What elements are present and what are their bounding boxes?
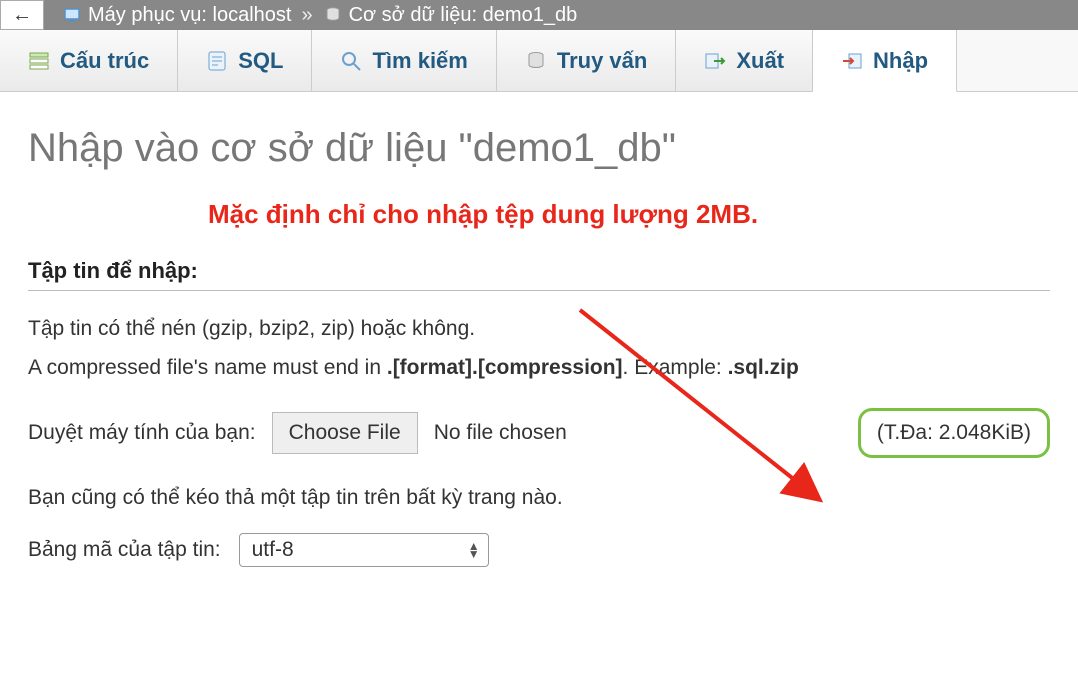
tab-export[interactable]: Xuất [676,30,813,91]
select-arrows-icon: ▲▼ [468,542,480,558]
tab-search[interactable]: Tìm kiếm [312,30,496,91]
tab-structure-label: Cấu trúc [60,48,149,74]
tab-bar: Cấu trúc SQL Tìm kiếm Truy vấn Xuất Nhập [0,30,1078,92]
breadcrumb-database[interactable]: Cơ sở dữ liệu: demo1_db [323,4,578,27]
file-hint-line2: A compressed file's name must end in .[f… [28,352,1050,385]
dragdrop-hint: Bạn cũng có thể kéo thả một tập tin trên… [28,482,1050,515]
hint2-example: .sql.zip [728,356,799,379]
server-icon [62,5,82,25]
breadcrumb-separator: » [301,4,312,27]
charset-row: Bảng mã của tập tin: utf-8 ▲▼ [28,533,1050,567]
tab-sql[interactable]: SQL [178,30,312,91]
export-icon [704,50,726,72]
tab-structure[interactable]: Cấu trúc [0,30,178,91]
tab-sql-label: SQL [238,48,283,74]
choose-file-button[interactable]: Choose File [272,412,418,454]
tab-import-label: Nhập [873,48,928,74]
charset-label: Bảng mã của tập tin: [28,538,221,562]
hint2-format: .[format].[compression] [387,356,623,379]
main-content: Nhập vào cơ sở dữ liệu "demo1_db" Mặc đị… [0,92,1078,567]
charset-value: utf-8 [252,538,294,561]
sql-icon [206,50,228,72]
structure-icon [28,50,50,72]
back-button[interactable]: ← [0,0,44,30]
section-title-file: Tập tin để nhập: [28,258,1050,291]
breadcrumb-server-label: Máy phục vụ: localhost [88,4,291,27]
no-file-chosen-text: No file chosen [434,421,567,445]
search-icon [340,50,362,72]
tab-import[interactable]: Nhập [813,30,957,92]
database-icon [323,5,343,25]
breadcrumb-server[interactable]: Máy phục vụ: localhost [62,4,291,27]
hint2-mid: . Example: [623,356,728,379]
page-title: Nhập vào cơ sở dữ liệu "demo1_db" [28,126,1050,171]
tab-query[interactable]: Truy vấn [497,30,676,91]
browse-row: Duyệt máy tính của bạn: Choose File No f… [28,408,1050,458]
tab-export-label: Xuất [736,48,784,74]
file-hint-line1: Tập tin có thể nén (gzip, bzip2, zip) ho… [28,313,1050,346]
browse-label: Duyệt máy tính của bạn: [28,421,256,445]
tab-search-label: Tìm kiếm [372,48,467,74]
back-arrow-icon: ← [12,4,32,27]
import-icon [841,50,863,72]
hint2-pre: A compressed file's name must end in [28,356,387,379]
charset-select[interactable]: utf-8 ▲▼ [239,533,489,567]
breadcrumb-db-label: Cơ sở dữ liệu: demo1_db [349,4,578,27]
breadcrumb-bar: ← Máy phục vụ: localhost » Cơ sở dữ liệu… [0,0,1078,30]
annotation-text: Mặc định chỉ cho nhập tệp dung lượng 2MB… [208,199,1050,230]
query-icon [525,50,547,72]
tab-query-label: Truy vấn [557,48,647,74]
max-size-badge: (T.Đa: 2.048KiB) [858,408,1050,458]
